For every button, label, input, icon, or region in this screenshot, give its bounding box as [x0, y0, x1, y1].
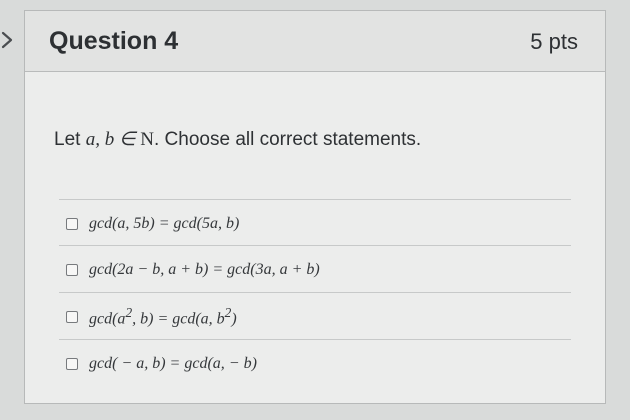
answer-option[interactable]: gcd(2a − b, a + b) = gcd(3a, a + b) — [66, 258, 320, 282]
divider — [59, 199, 571, 200]
divider — [59, 292, 571, 293]
answer-checkbox[interactable] — [66, 264, 78, 276]
question-card: Question 4 5 pts Let a, b ∈ N. Choose al… — [24, 10, 606, 404]
answer-option-2-text: gcd(2a − b, a + b) = gcd(3a, a + b) — [89, 261, 320, 278]
answer-option-4-text: gcd( − a, b) = gcd(a, − b) — [89, 355, 257, 372]
answer-option-3-text: gcd(a2, b) = gcd(a, b2) — [89, 305, 237, 328]
answer-option[interactable]: gcd(a2, b) = gcd(a, b2) — [66, 305, 237, 329]
prompt-math-vars: a, b ∈ — [85, 129, 141, 150]
question-prompt: Let a, b ∈ N. Choose all correct stateme… — [54, 128, 421, 151]
answer-checkbox[interactable] — [66, 311, 78, 323]
answer-checkbox[interactable] — [66, 218, 78, 230]
answer-option-1-text: gcd(a, 5b) = gcd(5a, b) — [89, 215, 240, 232]
question-title: Question 4 — [49, 27, 179, 55]
question-header: Question 4 5 pts — [25, 11, 605, 72]
answer-option[interactable]: gcd( − a, b) = gcd(a, − b) — [66, 352, 257, 376]
points-value: 5 pts — [530, 29, 578, 54]
answer-option[interactable]: gcd(a, 5b) = gcd(5a, b) — [66, 212, 239, 236]
divider — [59, 339, 571, 340]
prompt-math-set: N — [140, 129, 154, 150]
divider — [59, 245, 571, 246]
answer-checkbox[interactable] — [66, 358, 78, 370]
chevron-right-icon[interactable] — [0, 30, 18, 50]
prompt-lead: Let — [54, 129, 86, 150]
prompt-tail: . Choose all correct statements. — [154, 129, 422, 150]
